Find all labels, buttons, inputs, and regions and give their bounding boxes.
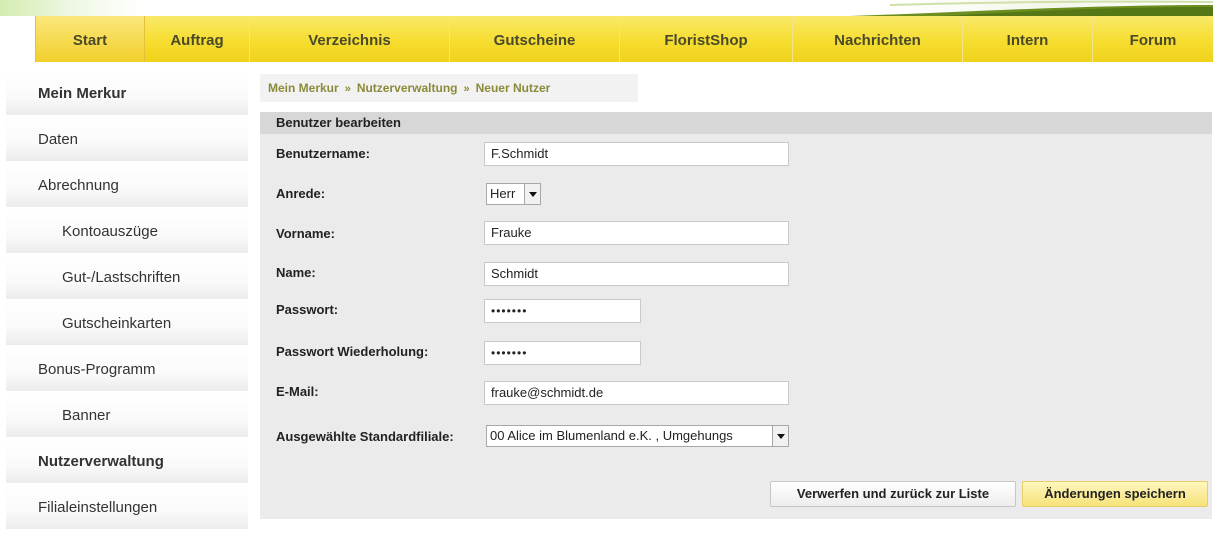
chevron-down-icon[interactable]	[772, 426, 788, 446]
nav-item-intern[interactable]: Intern	[963, 16, 1093, 62]
lastname-label: Name:	[276, 265, 316, 280]
sidebar-item-mein-merkur[interactable]: Mein Merkur	[6, 70, 248, 116]
branch-label: Ausgewählte Standardfiliale:	[276, 429, 454, 444]
nav-item-auftrag[interactable]: Auftrag	[145, 16, 250, 62]
sidebar-item-gutscheinkarten[interactable]: Gutscheinkarten	[6, 300, 248, 346]
breadcrumb-separator: »	[344, 83, 351, 95]
password-label: Passwort:	[276, 302, 339, 317]
firstname-label: Vorname:	[276, 226, 335, 241]
lastname-input[interactable]: Schmidt	[484, 262, 789, 286]
swoosh-decoration	[850, 0, 1213, 16]
nav-item-forum[interactable]: Forum	[1093, 16, 1213, 62]
breadcrumb-neuer-nutzer[interactable]: Neuer Nutzer	[476, 81, 551, 95]
password-repeat-input[interactable]: •••••••	[484, 341, 641, 365]
user-form: Benutzername: F.Schmidt Anrede: Herr Vor…	[260, 134, 1212, 519]
nav-item-start[interactable]: Start	[35, 16, 145, 62]
username-input[interactable]: F.Schmidt	[484, 142, 789, 166]
sidebar-item-filialeinstellungen[interactable]: Filialeinstellungen	[6, 484, 248, 530]
branch-select[interactable]: 00 Alice im Blumenland e.K. , Umgehungs	[486, 425, 789, 447]
sidebar-item-nutzerverwaltung[interactable]: Nutzerverwaltung	[6, 438, 248, 484]
sidebar-item-kontoauszuege[interactable]: Kontoauszüge	[6, 208, 248, 254]
nav-item-gutscheine[interactable]: Gutscheine	[450, 16, 620, 62]
sidebar-item-gut-lastschriften[interactable]: Gut-/Lastschriften	[6, 254, 248, 300]
top-decor-band	[0, 0, 1213, 16]
user-edit-panel: Benutzer bearbeiten Benutzername: F.Schm…	[260, 112, 1212, 519]
sidebar: Mein Merkur Daten Abrechnung Kontoauszüg…	[6, 70, 248, 530]
breadcrumb-mein-merkur[interactable]: Mein Merkur	[268, 81, 339, 95]
sidebar-item-banner[interactable]: Banner	[6, 392, 248, 438]
password-repeat-label: Passwort Wiederholung:	[276, 344, 429, 359]
discard-button[interactable]: Verwerfen und zurück zur Liste	[770, 481, 1016, 507]
sidebar-item-bonus-programm[interactable]: Bonus-Programm	[6, 346, 248, 392]
nav-item-verzeichnis[interactable]: Verzeichnis	[250, 16, 450, 62]
sidebar-item-daten[interactable]: Daten	[6, 116, 248, 162]
nav-item-nachrichten[interactable]: Nachrichten	[793, 16, 963, 62]
email-label: E-Mail:	[276, 384, 319, 399]
branch-value: 00 Alice im Blumenland e.K. , Umgehungs	[490, 428, 733, 443]
breadcrumb-nutzerverwaltung[interactable]: Nutzerverwaltung	[357, 81, 458, 95]
password-input[interactable]: •••••••	[484, 299, 641, 323]
username-label: Benutzername:	[276, 146, 370, 161]
panel-title: Benutzer bearbeiten	[260, 112, 1212, 134]
salutation-select[interactable]: Herr	[486, 183, 541, 205]
save-button[interactable]: Änderungen speichern	[1022, 481, 1208, 507]
salutation-label: Anrede:	[276, 186, 326, 201]
breadcrumb-separator: »	[463, 83, 470, 95]
breadcrumb: Mein Merkur » Nutzerverwaltung » Neuer Nutze…	[260, 74, 638, 102]
firstname-input[interactable]: Frauke	[484, 221, 789, 245]
email-input[interactable]: frauke@schmidt.de	[484, 381, 789, 405]
main-nav: Start Auftrag Verzeichnis Gutscheine Flo…	[35, 16, 1213, 62]
chevron-down-icon[interactable]	[524, 184, 540, 204]
sidebar-item-abrechnung[interactable]: Abrechnung	[6, 162, 248, 208]
nav-item-floristshop[interactable]: FloristShop	[620, 16, 793, 62]
